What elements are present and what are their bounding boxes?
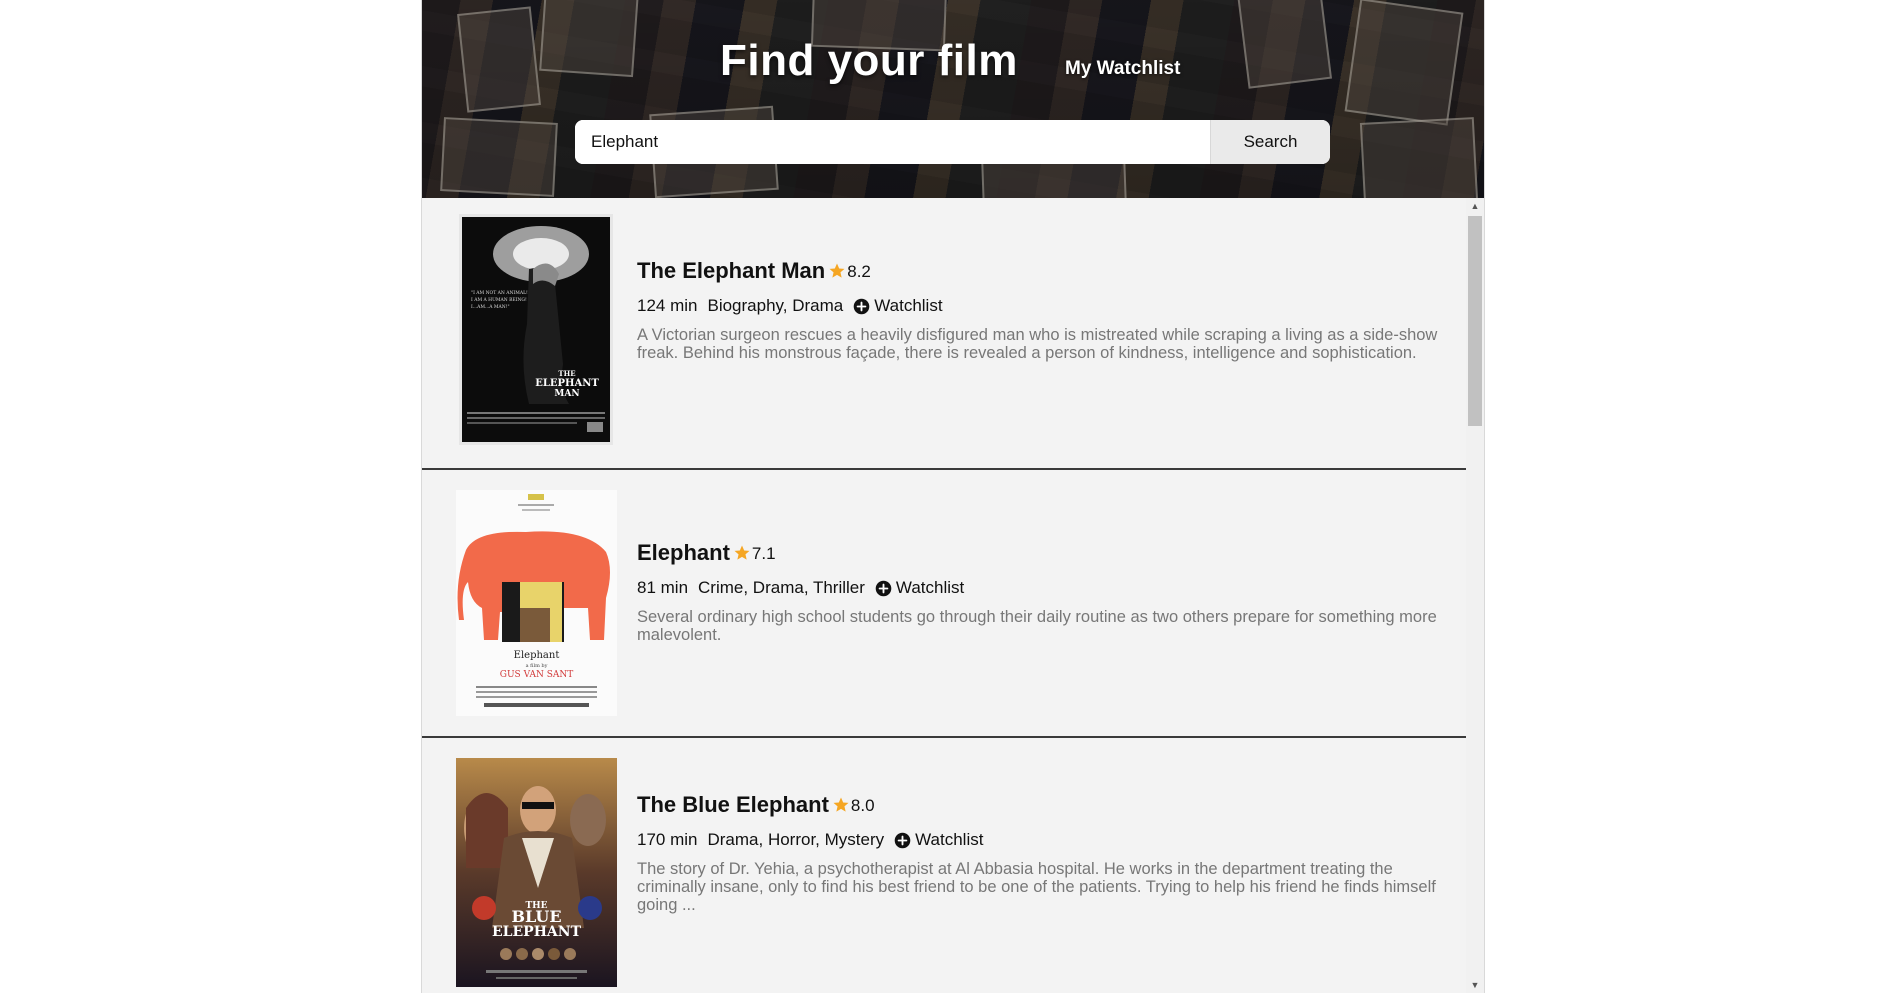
film-description: The story of Dr. Yehia, a psychotherapis…: [637, 860, 1436, 914]
my-watchlist-link[interactable]: My Watchlist: [1065, 58, 1180, 80]
add-to-watchlist-button[interactable]: Watchlist: [894, 830, 983, 850]
scrollbar-thumb[interactable]: [1468, 216, 1482, 426]
search-bar: Search: [575, 120, 1330, 164]
film-rating: 7.1: [751, 544, 776, 563]
film-info: The Blue Elephant 8.0 170 min Drama, Hor…: [637, 792, 1447, 914]
watchlist-label: Watchlist: [895, 578, 965, 597]
film-title-row: The Blue Elephant 8.0: [637, 792, 1447, 818]
film-meta: 124 min Biography, Drama Watchlist: [637, 296, 1447, 316]
film-poster-elephant[interactable]: Elephant a film by GUS VAN SANT: [456, 490, 617, 716]
collage-poster: [539, 0, 639, 78]
add-to-watchlist-button[interactable]: Watchlist: [875, 578, 964, 598]
collage-poster: [440, 117, 558, 197]
plus-circle-icon: [875, 580, 892, 596]
watchlist-label: Watchlist: [915, 830, 984, 849]
film-genres: Biography, Drama: [707, 296, 844, 315]
results-list: "I AM NOT AN ANIMAL! I AM A HUMAN BEING!…: [422, 198, 1466, 993]
film-runtime: 170 min: [637, 830, 698, 849]
svg-text:ELEPHANT: ELEPHANT: [535, 378, 599, 389]
film-genres: Crime, Drama, Thriller: [698, 578, 865, 597]
film-info: Elephant 7.1 81 min Crime, Drama, Thrill…: [637, 540, 1447, 644]
film-poster-the-blue-elephant[interactable]: THE BLUE ELEPHANT: [456, 758, 617, 987]
film-info: The Elephant Man 8.2 124 min Biography, …: [637, 258, 1447, 362]
header: Find your film My Watchlist Search: [422, 0, 1484, 198]
app-window: Find your film My Watchlist Search "I AM…: [421, 0, 1485, 993]
film-description: Several ordinary high school students go…: [637, 608, 1437, 644]
svg-text:MAN: MAN: [554, 389, 579, 399]
search-button[interactable]: Search: [1210, 120, 1330, 164]
film-poster-the-elephant-man[interactable]: "I AM NOT AN ANIMAL! I AM A HUMAN BEING!…: [459, 214, 613, 445]
film-title-row: The Elephant Man 8.2: [637, 258, 1447, 284]
results-scrollbar[interactable]: ▲ ▼: [1466, 198, 1484, 993]
star-icon: [829, 263, 845, 278]
svg-text:a film by: a film by: [526, 663, 548, 669]
film-title[interactable]: The Blue Elephant: [637, 792, 829, 818]
film-title[interactable]: The Elephant Man: [637, 258, 825, 284]
svg-text:I...AM...A MAN!": I...AM...A MAN!": [471, 304, 510, 310]
film-description: A Victorian surgeon rescues a heavily di…: [637, 326, 1438, 362]
collage-poster: [1344, 0, 1464, 126]
film-meta: 170 min Drama, Horror, Mystery Watchlist: [637, 830, 1447, 850]
film-title[interactable]: Elephant: [637, 540, 730, 566]
film-genres: Drama, Horror, Mystery: [707, 830, 885, 849]
collage-poster: [1359, 117, 1479, 198]
collage-poster: [457, 6, 541, 113]
film-meta: 81 min Crime, Drama, Thriller Watchlist: [637, 578, 1447, 598]
plus-circle-icon: [894, 832, 911, 848]
add-to-watchlist-button[interactable]: Watchlist: [853, 296, 943, 316]
svg-text:I AM A HUMAN BEING!: I AM A HUMAN BEING!: [471, 297, 527, 303]
scroll-down-arrow-icon[interactable]: ▼: [1466, 977, 1484, 993]
svg-text:"I AM NOT AN ANIMAL!: "I AM NOT AN ANIMAL!: [471, 290, 528, 296]
search-input[interactable]: [575, 120, 1210, 164]
star-icon: [833, 797, 849, 812]
film-card: "I AM NOT AN ANIMAL! I AM A HUMAN BEING!…: [422, 198, 1466, 470]
film-title-row: Elephant 7.1: [637, 540, 1447, 566]
film-runtime: 81 min: [637, 578, 689, 597]
film-card: Elephant a film by GUS VAN SANT Elephant…: [422, 470, 1466, 738]
film-rating: 8.2: [847, 262, 871, 281]
watchlist-label: Watchlist: [874, 296, 943, 315]
film-rating: 8.0: [850, 796, 875, 815]
film-card: THE BLUE ELEPHANT The Blue Elephant 8.0: [422, 738, 1466, 993]
page-title: Find your film: [720, 36, 1018, 85]
plus-circle-icon: [853, 298, 870, 314]
collage-poster: [1235, 0, 1333, 89]
svg-text:Elephant: Elephant: [514, 650, 560, 661]
svg-text:ELEPHANT: ELEPHANT: [492, 924, 582, 940]
svg-text:THE: THE: [558, 369, 575, 378]
film-runtime: 124 min: [637, 296, 698, 315]
scroll-up-arrow-icon[interactable]: ▲: [1466, 198, 1484, 214]
star-icon: [734, 545, 750, 560]
svg-text:GUS VAN SANT: GUS VAN SANT: [500, 670, 573, 680]
